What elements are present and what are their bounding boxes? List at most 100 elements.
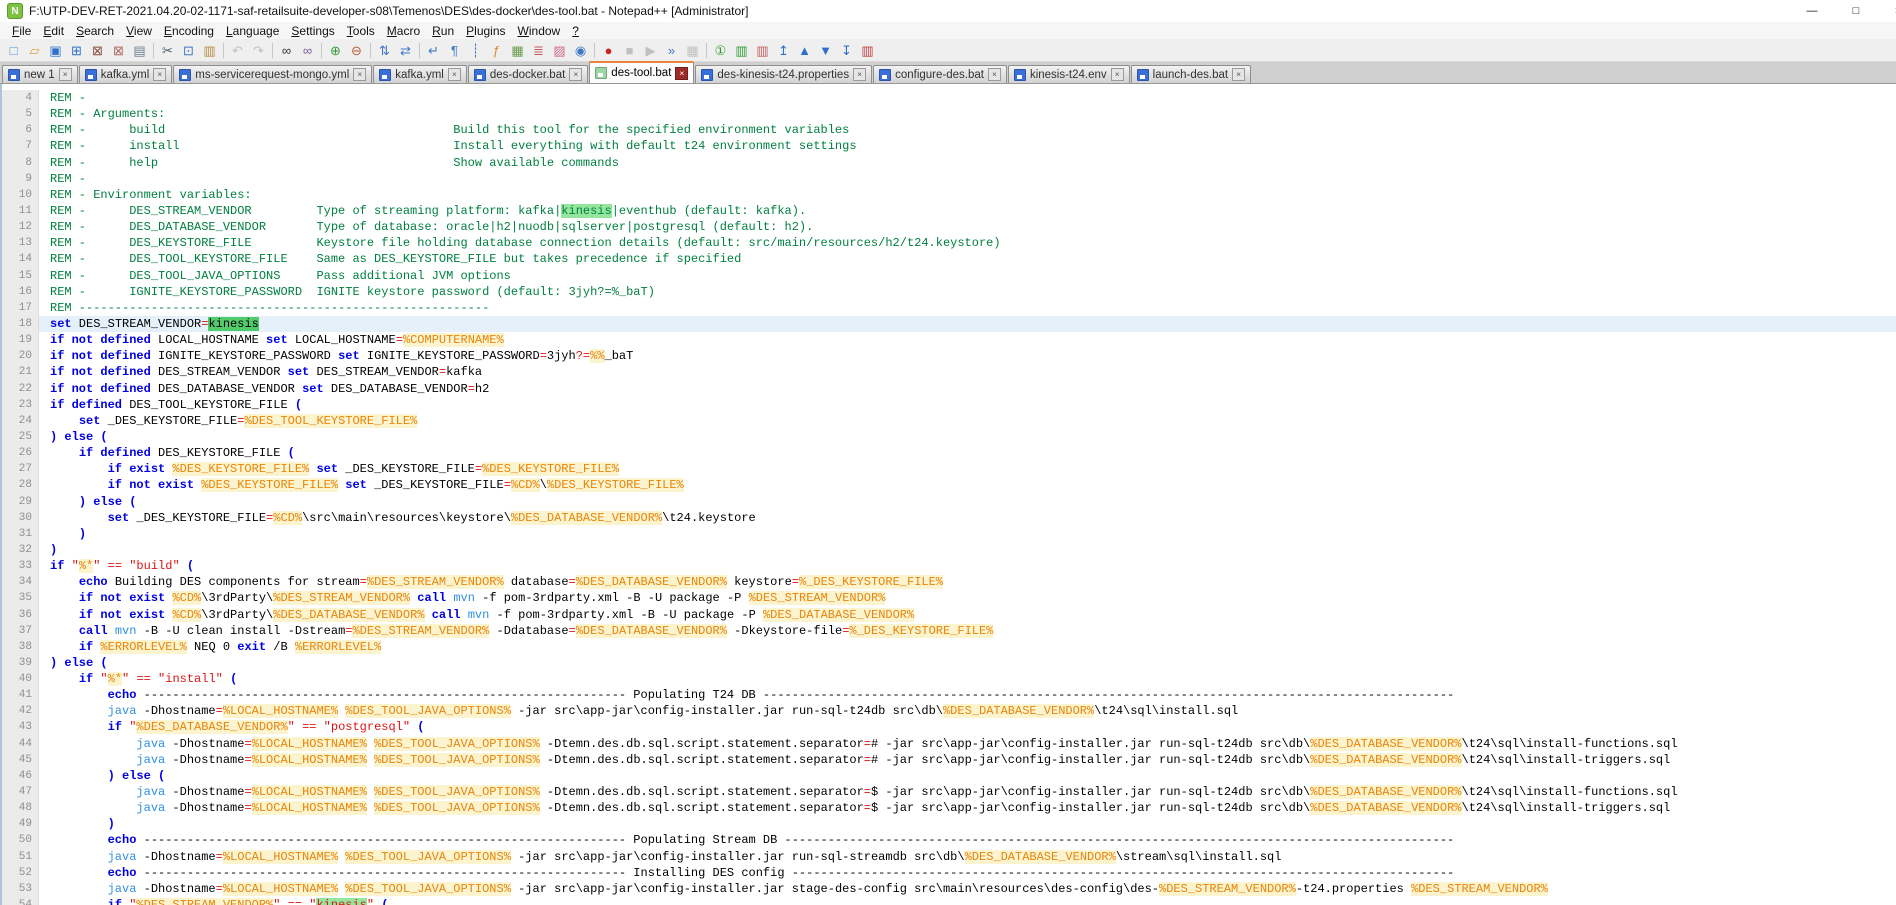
code-text[interactable]: REM - bbox=[39, 90, 1896, 106]
code-text[interactable]: java -Dhostname=%LOCAL_HOSTNAME% %DES_TO… bbox=[39, 736, 1896, 752]
menu-item-encoding[interactable]: Encoding bbox=[158, 24, 220, 38]
compare-set-first-button[interactable]: ① bbox=[710, 41, 731, 59]
menu-item-settings[interactable]: Settings bbox=[285, 24, 340, 38]
code-text[interactable]: REM - IGNITE_KEYSTORE_PASSWORD IGNITE ke… bbox=[39, 284, 1896, 300]
save-all-button[interactable]: ⊞ bbox=[66, 41, 87, 59]
code-text[interactable]: if %ERRORLEVEL% NEQ 0 exit /B %ERRORLEVE… bbox=[39, 639, 1896, 655]
menu-item-edit[interactable]: Edit bbox=[37, 24, 70, 38]
tab-close-icon[interactable]: × bbox=[675, 67, 688, 80]
tab-des-docker-bat[interactable]: des-docker.bat× bbox=[468, 65, 588, 83]
code-text[interactable]: REM - help Show available commands bbox=[39, 155, 1896, 171]
sync-horizontal-scroll-button[interactable]: ⇄ bbox=[395, 41, 416, 59]
tab-close-icon[interactable]: × bbox=[153, 68, 166, 81]
tab-close-icon[interactable]: × bbox=[853, 68, 866, 81]
restore-button[interactable]: □ bbox=[1834, 0, 1878, 22]
close-file-button[interactable]: ⊠ bbox=[87, 41, 108, 59]
macro-run-multiple-button[interactable]: » bbox=[661, 41, 682, 59]
show-all-characters-button[interactable]: ¶ bbox=[444, 41, 465, 59]
macro-record-button[interactable]: ● bbox=[598, 41, 619, 59]
code-text[interactable]: set _DES_KEYSTORE_FILE=%CD%\src\main\res… bbox=[39, 510, 1896, 526]
tab-close-icon[interactable]: × bbox=[1232, 68, 1245, 81]
code-text[interactable]: if not exist %CD%\3rdParty\%DES_DATABASE… bbox=[39, 607, 1896, 623]
code-text[interactable]: REM - DES_TOOL_JAVA_OPTIONS Pass additio… bbox=[39, 268, 1896, 284]
replace-button[interactable]: ∞ bbox=[297, 41, 318, 59]
zoom-in-button[interactable]: ⊕ bbox=[325, 41, 346, 59]
tab-close-icon[interactable]: × bbox=[59, 68, 72, 81]
diff-next-button[interactable]: ▼ bbox=[815, 41, 836, 59]
tab-des-kinesis-t24-properties[interactable]: des-kinesis-t24.properties× bbox=[695, 65, 872, 83]
word-wrap-button[interactable]: ↵ bbox=[423, 41, 444, 59]
tab-close-icon[interactable]: × bbox=[448, 68, 461, 81]
macro-play-button[interactable]: ▶ bbox=[640, 41, 661, 59]
menu-item-file[interactable]: File bbox=[6, 24, 37, 38]
diff-prev-button[interactable]: ▲ bbox=[794, 41, 815, 59]
code-text[interactable]: if "%*" == "install" ( bbox=[39, 671, 1896, 687]
code-text[interactable]: REM - DES_TOOL_KEYSTORE_FILE Same as DES… bbox=[39, 251, 1896, 267]
print-button[interactable]: ▤ bbox=[129, 41, 150, 59]
code-text[interactable]: REM - DES_DATABASE_VENDOR Type of databa… bbox=[39, 219, 1896, 235]
code-text[interactable]: echo -----------------------------------… bbox=[39, 832, 1896, 848]
code-text[interactable]: if "%DES_STREAM_VENDOR%" == "kinesis" ( bbox=[39, 897, 1896, 905]
tab-close-icon[interactable]: × bbox=[1111, 68, 1124, 81]
tab-ms-servicerequest-mongo-yml[interactable]: ms-servicerequest-mongo.yml× bbox=[173, 65, 372, 83]
code-text[interactable]: if exist %DES_KEYSTORE_FILE% set _DES_KE… bbox=[39, 461, 1896, 477]
zoom-out-button[interactable]: ⊖ bbox=[346, 41, 367, 59]
code-text[interactable]: if defined DES_TOOL_KEYSTORE_FILE ( bbox=[39, 397, 1896, 413]
indent-guide-button[interactable]: ┊ bbox=[465, 41, 486, 59]
menu-item-run[interactable]: Run bbox=[426, 24, 460, 38]
code-text[interactable]: set _DES_KEYSTORE_FILE=%DES_TOOL_KEYSTOR… bbox=[39, 413, 1896, 429]
code-text[interactable]: ) else ( bbox=[39, 429, 1896, 445]
editor[interactable]: 4REM -5REM - Arguments:6REM - build Buil… bbox=[0, 84, 1896, 905]
code-text[interactable]: if "%DES_DATABASE_VENDOR%" == "postgresq… bbox=[39, 719, 1896, 735]
document-map-button[interactable]: ▦ bbox=[507, 41, 528, 59]
code-text[interactable]: REM - Environment variables: bbox=[39, 187, 1896, 203]
cut-button[interactable]: ✂ bbox=[157, 41, 178, 59]
code-text[interactable]: REM - DES_KEYSTORE_FILE Keystore file ho… bbox=[39, 235, 1896, 251]
find-button[interactable]: ∞ bbox=[276, 41, 297, 59]
code-text[interactable]: echo Building DES components for stream=… bbox=[39, 574, 1896, 590]
menu-item-window[interactable]: Window bbox=[512, 24, 567, 38]
code-text[interactable]: echo -----------------------------------… bbox=[39, 865, 1896, 881]
close-all-button[interactable]: ⊠ bbox=[108, 41, 129, 59]
code-text[interactable]: REM - bbox=[39, 171, 1896, 187]
tab-close-icon[interactable]: × bbox=[988, 68, 1001, 81]
code-text[interactable]: java -Dhostname=%LOCAL_HOSTNAME% %DES_TO… bbox=[39, 881, 1896, 897]
code-text[interactable]: java -Dhostname=%LOCAL_HOSTNAME% %DES_TO… bbox=[39, 752, 1896, 768]
diff-first-button[interactable]: ↥ bbox=[773, 41, 794, 59]
code-text[interactable]: REM - build Build this tool for the spec… bbox=[39, 122, 1896, 138]
diff-last-button[interactable]: ↧ bbox=[836, 41, 857, 59]
code-text[interactable]: if not exist %CD%\3rdParty\%DES_STREAM_V… bbox=[39, 590, 1896, 606]
macro-stop-button[interactable]: ■ bbox=[619, 41, 640, 59]
code-text[interactable]: java -Dhostname=%LOCAL_HOSTNAME% %DES_TO… bbox=[39, 849, 1896, 865]
code-text[interactable]: if not defined DES_STREAM_VENDOR set DES… bbox=[39, 364, 1896, 380]
function-list-button[interactable]: ƒ bbox=[486, 41, 507, 59]
menu-item-plugins[interactable]: Plugins bbox=[460, 24, 511, 38]
code-text[interactable]: REM ------------------------------------… bbox=[39, 300, 1896, 316]
code-text[interactable]: ) else ( bbox=[39, 494, 1896, 510]
code-text[interactable]: REM - DES_STREAM_VENDOR Type of streamin… bbox=[39, 203, 1896, 219]
code-text[interactable]: if "%*" == "build" ( bbox=[39, 558, 1896, 574]
code-text[interactable]: if not defined IGNITE_KEYSTORE_PASSWORD … bbox=[39, 348, 1896, 364]
code-text[interactable]: echo -----------------------------------… bbox=[39, 687, 1896, 703]
code-text[interactable]: if defined DES_KEYSTORE_FILE ( bbox=[39, 445, 1896, 461]
tab-kafka-yml[interactable]: kafka.yml× bbox=[373, 65, 467, 83]
undo-button[interactable]: ↶ bbox=[227, 41, 248, 59]
menu-item-language[interactable]: Language bbox=[220, 24, 285, 38]
code-text[interactable]: java -Dhostname=%LOCAL_HOSTNAME% %DES_TO… bbox=[39, 784, 1896, 800]
menu-item-tools[interactable]: Tools bbox=[341, 24, 381, 38]
copy-button[interactable]: ⊡ bbox=[178, 41, 199, 59]
code-text[interactable]: if not defined LOCAL_HOSTNAME set LOCAL_… bbox=[39, 332, 1896, 348]
code-text[interactable]: ) bbox=[39, 542, 1896, 558]
tab-kinesis-t24-env[interactable]: kinesis-t24.env× bbox=[1008, 65, 1130, 83]
code-text[interactable]: REM - Arguments: bbox=[39, 106, 1896, 122]
code-text[interactable]: ) else ( bbox=[39, 768, 1896, 784]
open-file-button[interactable]: ▱ bbox=[24, 41, 45, 59]
redo-button[interactable]: ↷ bbox=[248, 41, 269, 59]
folder-as-workspace-button[interactable]: ▨ bbox=[549, 41, 570, 59]
code-text[interactable]: REM - install Install everything with de… bbox=[39, 138, 1896, 154]
save-button[interactable]: ▣ bbox=[45, 41, 66, 59]
compare-nav-bar-button[interactable]: ▥ bbox=[857, 41, 878, 59]
document-list-button[interactable]: ≣ bbox=[528, 41, 549, 59]
tab-launch-des-bat[interactable]: launch-des.bat× bbox=[1131, 65, 1251, 83]
monitoring-button[interactable]: ◉ bbox=[570, 41, 591, 59]
